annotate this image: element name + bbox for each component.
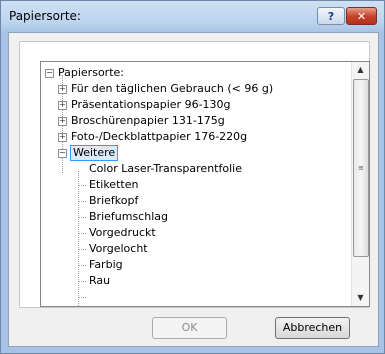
- tree-leaf-label: Briefumschlag: [89, 210, 168, 223]
- expand-icon[interactable]: +: [58, 117, 67, 126]
- tree-leaf-label: Rau: [89, 274, 111, 287]
- scroll-up-icon[interactable]: ▲: [352, 62, 369, 78]
- tree-group-box: − Papiersorte: + Für den täglichen Gebra…: [19, 41, 370, 308]
- tree-leaf-label: Briefkopf: [89, 194, 139, 207]
- vertical-scrollbar[interactable]: ▲ ≡ ▼: [351, 62, 369, 306]
- grip-icon: ≡: [358, 164, 364, 172]
- tree-node-label: Foto-/Deckblattpapier 176-220g: [71, 130, 248, 143]
- tree-leaf-rough[interactable]: Rau: [41, 273, 341, 289]
- tree-connector: [78, 297, 86, 298]
- paper-type-tree[interactable]: − Papiersorte: + Für den täglichen Gebra…: [40, 61, 370, 307]
- window-title: Papiersorte:: [9, 9, 81, 23]
- scroll-down-icon[interactable]: ▼: [352, 290, 369, 306]
- tree-leaf-label: Farbig: [89, 258, 123, 271]
- tree-node-other[interactable]: − Weitere: [41, 145, 341, 161]
- tree-node-label: Präsentationspapier 96-130g: [71, 98, 231, 111]
- tree-node-presentation[interactable]: + Präsentationspapier 96-130g: [41, 97, 341, 113]
- tree-leaf-label: Color Laser-Transparentfolie: [89, 162, 242, 175]
- tree-node-photo-cover[interactable]: + Foto-/Deckblattpapier 176-220g: [41, 129, 341, 145]
- expand-icon[interactable]: +: [58, 133, 67, 142]
- tree-node-brochure[interactable]: + Broschürenpapier 131-175g: [41, 113, 341, 129]
- tree-leaf-labels[interactable]: Etiketten: [41, 177, 341, 193]
- tree-leaf-prepunched[interactable]: Vorgelocht: [41, 241, 341, 257]
- tree-leaf-label: Vorgedruckt: [89, 226, 156, 239]
- tree-leaf-envelope[interactable]: Briefumschlag: [41, 209, 341, 225]
- tree-node-root[interactable]: − Papiersorte:: [41, 65, 341, 81]
- tree-node-label-selected: Weitere: [70, 145, 119, 161]
- cancel-button[interactable]: Abbrechen: [275, 317, 350, 339]
- dialog-window: Papiersorte: ? ✕ − Papiersorte: + Für de…: [0, 0, 385, 354]
- tree-leaf-colored[interactable]: Farbig: [41, 257, 341, 273]
- tree-leaf-label: Etiketten: [89, 178, 139, 191]
- close-button[interactable]: ✕: [346, 7, 377, 25]
- tree-leaf-letterhead[interactable]: Briefkopf: [41, 193, 341, 209]
- ok-button[interactable]: OK: [152, 317, 227, 339]
- expand-icon[interactable]: +: [58, 85, 67, 94]
- tree-node-daily-use[interactable]: + Für den täglichen Gebrauch (< 96 g): [41, 81, 341, 97]
- scrollbar-thumb[interactable]: ≡: [353, 79, 369, 257]
- dialog-client-area: − Papiersorte: + Für den täglichen Gebra…: [8, 32, 379, 347]
- tree-node-label: Papiersorte:: [58, 66, 124, 79]
- tree-leaf-preprinted[interactable]: Vorgedruckt: [41, 225, 341, 241]
- tree-node-label: Broschürenpapier 131-175g: [71, 114, 225, 127]
- expand-icon[interactable]: +: [58, 101, 67, 110]
- tree-content: − Papiersorte: + Für den täglichen Gebra…: [41, 62, 351, 306]
- collapse-icon[interactable]: −: [58, 149, 67, 158]
- title-bar[interactable]: Papiersorte: ? ✕: [1, 1, 384, 32]
- collapse-icon[interactable]: −: [45, 69, 54, 78]
- tree-leaf-transparency[interactable]: Color Laser-Transparentfolie: [41, 161, 341, 177]
- tree-leaf-label: Vorgelocht: [89, 242, 148, 255]
- tree-node-label: Für den täglichen Gebrauch (< 96 g): [71, 82, 274, 95]
- help-button[interactable]: ?: [317, 7, 345, 25]
